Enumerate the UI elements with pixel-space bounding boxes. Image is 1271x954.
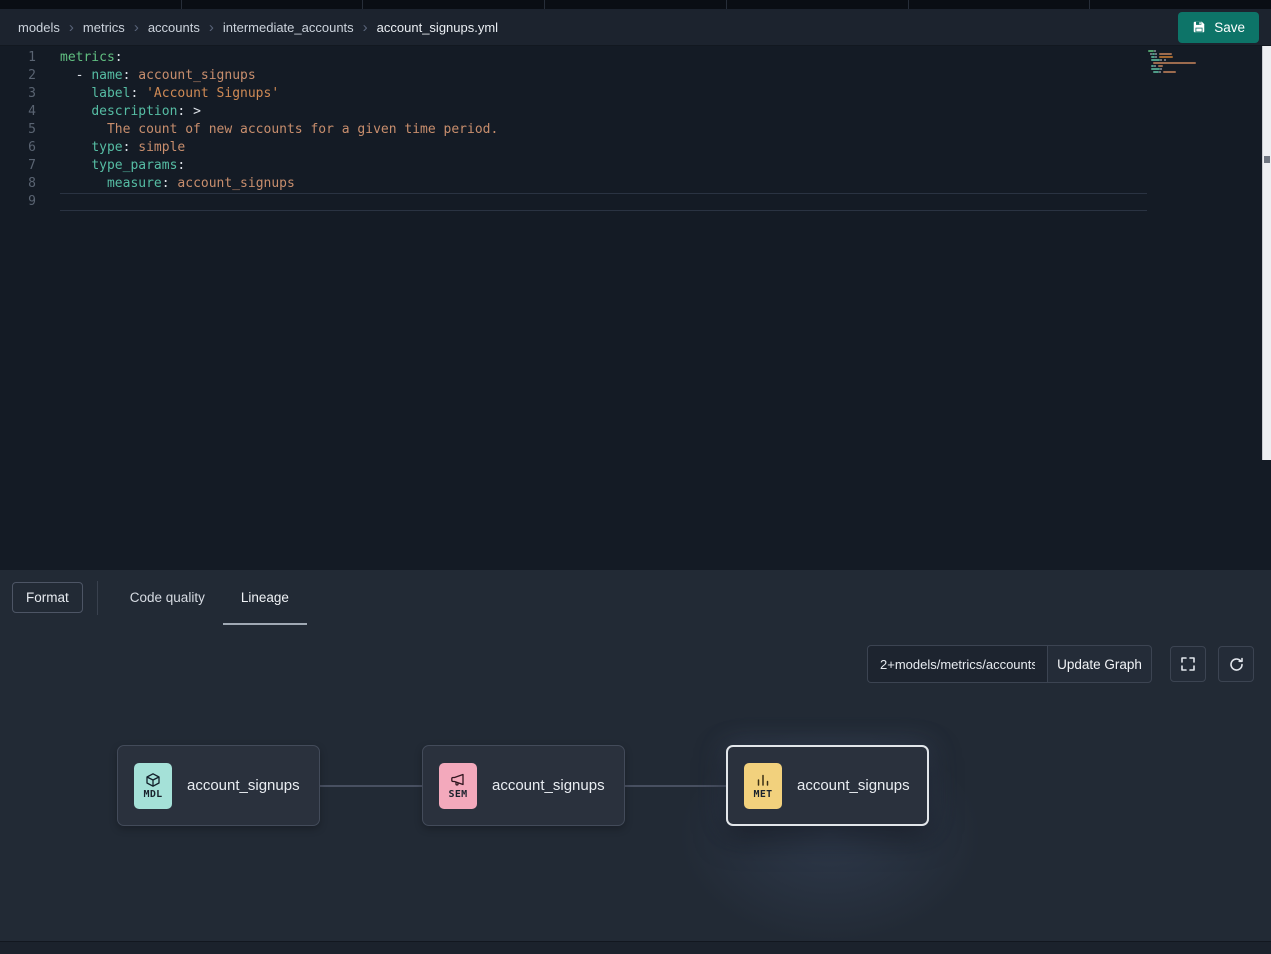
divider — [97, 581, 98, 615]
tab-lineage[interactable]: Lineage — [223, 570, 307, 625]
graph-selector-group: Update Graph — [867, 645, 1152, 683]
node-label: account_signups — [797, 777, 910, 794]
save-button[interactable]: Save — [1178, 12, 1259, 43]
node-type-tile: MDL — [134, 763, 172, 809]
code-line[interactable]: 5 The count of new accounts for a given … — [0, 121, 1271, 139]
format-button[interactable]: Format — [12, 582, 83, 613]
breadcrumb: models › metrics › accounts › intermedia… — [18, 20, 498, 35]
chevron-right-icon: › — [134, 20, 139, 35]
line-content — [60, 193, 1147, 211]
editor-scrollbar[interactable] — [1262, 46, 1271, 460]
editor-tab-stub[interactable] — [0, 0, 182, 9]
save-label: Save — [1214, 20, 1245, 35]
code-line[interactable]: 2 - name: account_signups — [0, 67, 1271, 85]
line-number: 4 — [0, 103, 36, 121]
lineage-node-sem-account_signups[interactable]: SEM account_signups — [422, 745, 625, 826]
editor-tab-stub[interactable] — [1090, 0, 1271, 9]
lineage-edge — [320, 785, 422, 787]
line-content: The count of new accounts for a given ti… — [60, 121, 1147, 139]
code-line[interactable]: 7 type_params: — [0, 157, 1271, 175]
code-line[interactable]: 4 description: > — [0, 103, 1271, 121]
line-content: type_params: — [60, 157, 1147, 175]
megaphone-icon — [450, 772, 466, 788]
lineage-canvas[interactable]: Update Graph — [0, 625, 1271, 941]
bottom-panel: Format Code quality Lineage Update Graph — [0, 570, 1271, 954]
code-lines: 1metrics:2 - name: account_signups3 labe… — [0, 46, 1271, 211]
fullscreen-button[interactable] — [1170, 646, 1206, 682]
scrollbar-marker — [1264, 156, 1270, 163]
node-type-badge: SEM — [449, 789, 468, 800]
bar-chart-icon — [755, 772, 771, 788]
horizontal-scrollbar[interactable] — [0, 941, 1271, 954]
graph-selector-input[interactable] — [867, 645, 1047, 683]
editor-tab-stub[interactable] — [363, 0, 545, 9]
update-graph-button[interactable]: Update Graph — [1047, 645, 1152, 683]
line-content: metrics: — [60, 49, 1147, 67]
line-number: 8 — [0, 175, 36, 193]
breadcrumb-item-intermediate-accounts[interactable]: intermediate_accounts — [223, 20, 354, 35]
lineage-node-mdl-account_signups[interactable]: MDL account_signups — [117, 745, 320, 826]
line-number: 9 — [0, 193, 36, 211]
line-number: 6 — [0, 139, 36, 157]
lineage-node-met-account_signups[interactable]: MET account_signups — [726, 745, 929, 826]
refresh-icon — [1228, 656, 1245, 673]
fullscreen-icon — [1180, 656, 1196, 672]
tab-code-quality[interactable]: Code quality — [112, 570, 223, 625]
node-label: account_signups — [492, 777, 605, 794]
breadcrumb-bar: models › metrics › accounts › intermedia… — [0, 9, 1271, 46]
node-type-tile: MET — [744, 763, 782, 809]
minimap[interactable] — [1148, 50, 1212, 77]
editor-tab-stub[interactable] — [727, 0, 909, 9]
code-line[interactable]: 1 metrics: — [0, 49, 1271, 67]
node-label: account_signups — [187, 777, 300, 794]
line-content: - name: account_signups — [60, 67, 1147, 85]
code-line[interactable]: 6 type: simple — [0, 139, 1271, 157]
line-number: 3 — [0, 85, 36, 103]
panel-tab-bar: Format Code quality Lineage — [0, 570, 1271, 625]
code-line[interactable]: 9 — [0, 193, 1271, 211]
chevron-right-icon: › — [69, 20, 74, 35]
breadcrumb-item-accounts[interactable]: accounts — [148, 20, 200, 35]
editor-tab-stub[interactable] — [182, 0, 364, 9]
line-number: 1 — [0, 49, 36, 67]
refresh-button[interactable] — [1218, 646, 1254, 682]
node-type-badge: MDL — [144, 789, 163, 800]
node-type-tile: SEM — [439, 763, 477, 809]
line-number: 5 — [0, 121, 36, 139]
editor-tab-stub[interactable] — [909, 0, 1091, 9]
line-content: measure: account_signups — [60, 175, 1147, 193]
node-type-badge: MET — [754, 789, 773, 800]
breadcrumb-item-metrics[interactable]: metrics — [83, 20, 125, 35]
breadcrumb-item-models[interactable]: models — [18, 20, 60, 35]
cube-icon — [145, 772, 161, 788]
chevron-right-icon: › — [363, 20, 368, 35]
window-tab-strip — [0, 0, 1271, 9]
line-content: type: simple — [60, 139, 1147, 157]
app-root: models › metrics › accounts › intermedia… — [0, 0, 1271, 954]
code-editor[interactable]: 1metrics:2 - name: account_signups3 labe… — [0, 46, 1271, 570]
chevron-right-icon: › — [209, 20, 214, 35]
code-line[interactable]: 3 label: 'Account Signups' — [0, 85, 1271, 103]
save-icon — [1192, 20, 1206, 34]
editor-tab-stub[interactable] — [545, 0, 727, 9]
line-content: description: > — [60, 103, 1147, 121]
line-content: label: 'Account Signups' — [60, 85, 1147, 103]
lineage-edge — [625, 785, 726, 787]
breadcrumb-item-file[interactable]: account_signups.yml — [377, 20, 498, 35]
lineage-controls: Update Graph — [867, 645, 1254, 683]
line-number: 7 — [0, 157, 36, 175]
line-number: 2 — [0, 67, 36, 85]
code-line[interactable]: 8 measure: account_signups — [0, 175, 1271, 193]
